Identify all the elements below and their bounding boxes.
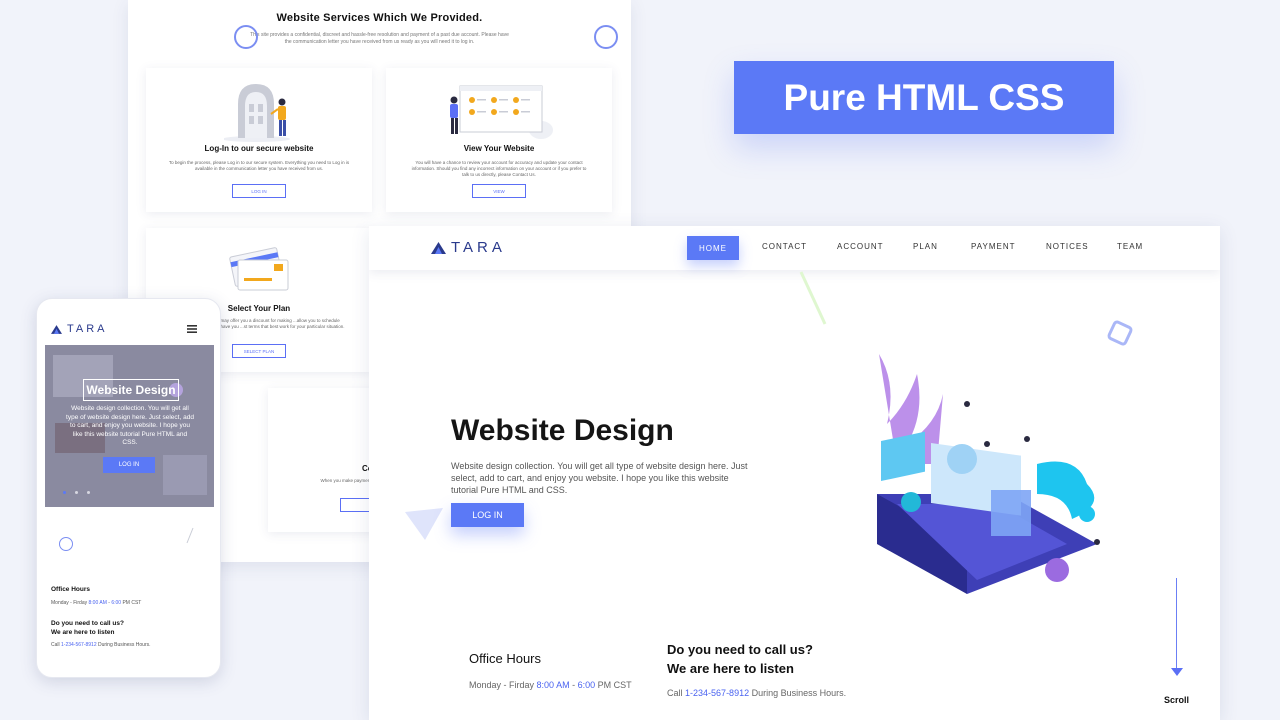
services-description: This site provides a confidential, discr… xyxy=(250,32,509,45)
decor-circle xyxy=(594,25,618,49)
hero-text: Website design collection. You will get … xyxy=(451,461,748,495)
mobile-call-line-1: Do you need to call us? xyxy=(51,620,124,627)
mobile-login-button[interactable]: LOG IN xyxy=(103,457,155,473)
mobile-call-text: Call 1-234-567-8912 During Business Hour… xyxy=(51,642,151,648)
mobile-office-days: Monday - Firday xyxy=(51,600,88,606)
decor-circle xyxy=(59,537,73,551)
scroll-label[interactable]: Scroll xyxy=(1164,695,1189,705)
hero-background-tile xyxy=(163,455,207,495)
credit-card-illustration-icon xyxy=(229,247,289,291)
nav-payment[interactable]: PAYMENT xyxy=(971,242,1015,251)
decor-circle xyxy=(234,25,258,49)
mobile-dash: - xyxy=(108,600,110,606)
office-timezone: PM CST xyxy=(597,680,632,690)
call-us-title: Do you need to call us? We are here to l… xyxy=(667,640,813,678)
service-card-view: View Your Website You will have a chance… xyxy=(386,68,612,212)
mobile-hero-text: Website design collection. You will get … xyxy=(66,405,194,446)
card-text: You will have a chance to review your ac… xyxy=(411,160,587,177)
service-card-login: Log-In to our secure website To begin th… xyxy=(146,68,372,212)
call-us-text: Call 1-234-567-8912 During Business Hour… xyxy=(667,688,846,698)
hamburger-menu-icon[interactable] xyxy=(187,325,197,333)
nav-account[interactable]: ACCOUNT xyxy=(837,242,884,251)
mobile-logo[interactable]: TARA xyxy=(51,323,108,335)
carousel-dot[interactable] xyxy=(63,491,66,494)
mobile-call-suffix: During Business Hours. xyxy=(98,642,151,648)
desktop-site-preview: TARA HOME CONTACT ACCOUNT PLAN PAYMENT N… xyxy=(369,226,1220,720)
services-title: Website Services Which We Provided. xyxy=(276,12,483,24)
mobile-call-prefix: Call xyxy=(51,642,60,648)
office-dash: - xyxy=(572,680,576,690)
hero-login-button[interactable]: LOG IN xyxy=(451,503,524,527)
top-navigation: TARA HOME CONTACT ACCOUNT PLAN PAYMENT N… xyxy=(369,226,1220,270)
mobile-hero: Website Design Website design collection… xyxy=(45,345,214,507)
mobile-site-preview: TARA Website Design Website design colle… xyxy=(36,298,221,678)
card-title: Log-In to our secure website xyxy=(204,144,314,153)
mobile-timezone: PM CST xyxy=(122,600,142,606)
nav-plan[interactable]: PLAN xyxy=(913,242,938,251)
card-text: To begin the process, please Log in to o… xyxy=(168,160,350,171)
laptop-illustration-icon xyxy=(877,354,1100,594)
door-illustration-icon xyxy=(224,84,290,142)
decor-line-icon xyxy=(799,271,827,325)
carousel-dot[interactable] xyxy=(75,491,78,494)
nav-contact[interactable]: CONTACT xyxy=(762,242,807,251)
decor-triangle-icon xyxy=(405,508,443,540)
site-logo[interactable]: TARA xyxy=(431,239,506,256)
call-suffix: During Business Hours. xyxy=(751,688,847,698)
nav-home[interactable]: HOME xyxy=(687,236,739,260)
mobile-office-title: Office Hours xyxy=(51,586,91,593)
call-prefix: Call xyxy=(667,688,683,698)
call-line-2: We are here to listen xyxy=(667,661,794,676)
hero-title: Website Design xyxy=(451,414,674,447)
call-line-1: Do you need to call us? xyxy=(667,642,813,657)
tara-logo-icon xyxy=(431,241,446,254)
mobile-logo-text: TARA xyxy=(67,323,108,335)
logo-text: TARA xyxy=(451,239,506,256)
mobile-office-hours: Monday - Firday 8:00 AM - 6:00 PM CST xyxy=(51,600,141,606)
card-title: View Your Website xyxy=(463,144,535,153)
select-plan-card-button[interactable]: SELECT PLAN xyxy=(232,344,286,358)
scroll-down-arrow-icon[interactable] xyxy=(1171,668,1183,676)
nav-team[interactable]: TEAM xyxy=(1117,242,1143,251)
mobile-hero-title: Website Design xyxy=(83,379,179,401)
decor-line-icon xyxy=(186,527,194,544)
mobile-open-time: 8:00 AM xyxy=(88,600,107,606)
office-hours-title: Office Hours xyxy=(469,651,542,666)
office-open-time: 8:00 AM xyxy=(536,680,570,690)
office-days: Monday - Firday xyxy=(469,680,535,690)
nav-notices[interactable]: NOTICES xyxy=(1046,242,1089,251)
mobile-phone-link[interactable]: 1-234-567-8912 xyxy=(61,642,97,648)
tara-logo-icon xyxy=(51,324,62,334)
login-card-button[interactable]: LOG IN xyxy=(232,184,286,198)
view-card-button[interactable]: VIEW xyxy=(472,184,526,198)
scroll-indicator-line xyxy=(1176,578,1177,668)
pure-html-css-label: Pure HTML CSS xyxy=(734,61,1114,134)
office-close-time: 6:00 xyxy=(577,680,596,690)
website-illustration-icon xyxy=(450,85,553,139)
carousel-dot[interactable] xyxy=(87,491,90,494)
mobile-call-line-2: We are here to listen xyxy=(51,629,115,636)
mobile-close-time: 6:00 xyxy=(111,600,122,606)
phone-link[interactable]: 1-234-567-8912 xyxy=(685,688,749,698)
office-hours-text: Monday - Firday 8:00 AM - 6:00 PM CST xyxy=(469,680,632,690)
mobile-call-title: Do you need to call us? We are here to l… xyxy=(51,619,124,637)
